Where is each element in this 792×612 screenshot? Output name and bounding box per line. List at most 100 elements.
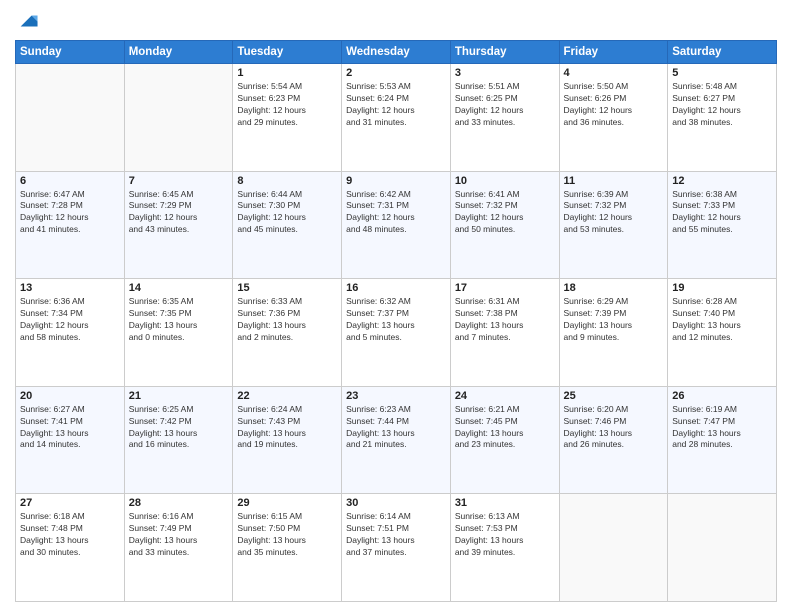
calendar-cell: 28 Sunrise: 6:16 AM Sunset: 7:49 PM Dayli… [124,494,233,602]
day-number: 4 [564,67,664,79]
day-info: Sunrise: 5:50 AM Sunset: 6:26 PM Dayligh… [564,81,664,129]
day-info: Sunrise: 6:29 AM Sunset: 7:39 PM Dayligh… [564,296,664,344]
day-info: Sunrise: 6:21 AM Sunset: 7:45 PM Dayligh… [455,404,555,452]
calendar-cell: 19 Sunrise: 6:28 AM Sunset: 7:40 PM Dayli… [668,279,777,387]
calendar-cell: 20Sunrise: 6:27 AM Sunset: 7:41 PM Dayli… [16,386,125,494]
day-info: Sunrise: 6:20 AM Sunset: 7:46 PM Dayligh… [564,404,664,452]
day-number: 26 [672,390,772,402]
day-info: Sunrise: 6:13 AM Sunset: 7:53 PM Dayligh… [455,511,555,559]
day-info: Sunrise: 6:41 AM Sunset: 7:32 PM Dayligh… [455,189,555,237]
day-number: 5 [672,67,772,79]
day-info: Sunrise: 6:39 AM Sunset: 7:32 PM Dayligh… [564,189,664,237]
calendar-week-4: 20Sunrise: 6:27 AM Sunset: 7:41 PM Dayli… [16,386,777,494]
day-info: Sunrise: 6:25 AM Sunset: 7:42 PM Dayligh… [129,404,229,452]
day-number: 21 [129,390,229,402]
header [15,10,777,32]
day-number: 18 [564,282,664,294]
page: SundayMondayTuesdayWednesdayThursdayFrid… [0,0,792,612]
day-info: Sunrise: 6:19 AM Sunset: 7:47 PM Dayligh… [672,404,772,452]
day-number: 9 [346,175,446,187]
calendar-cell [668,494,777,602]
day-number: 12 [672,175,772,187]
day-number: 13 [20,282,120,294]
day-info: Sunrise: 6:36 AM Sunset: 7:34 PM Dayligh… [20,296,120,344]
day-info: Sunrise: 5:48 AM Sunset: 6:27 PM Dayligh… [672,81,772,129]
day-number: 30 [346,497,446,509]
day-info: Sunrise: 6:28 AM Sunset: 7:40 PM Dayligh… [672,296,772,344]
calendar-cell: 4 Sunrise: 5:50 AM Sunset: 6:26 PM Daylig… [559,64,668,172]
day-info: Sunrise: 6:33 AM Sunset: 7:36 PM Dayligh… [237,296,337,344]
day-number: 22 [237,390,337,402]
calendar-cell: 30 Sunrise: 6:14 AM Sunset: 7:51 PM Dayli… [342,494,451,602]
calendar-cell: 14 Sunrise: 6:35 AM Sunset: 7:35 PM Dayli… [124,279,233,387]
calendar-cell: 17Sunrise: 6:31 AM Sunset: 7:38 PM Dayli… [450,279,559,387]
weekday-header-saturday: Saturday [668,41,777,64]
calendar-cell [16,64,125,172]
calendar-cell: 27 Sunrise: 6:18 AM Sunset: 7:48 PM Dayli… [16,494,125,602]
calendar-cell: 2Sunrise: 5:53 AM Sunset: 6:24 PM Daylig… [342,64,451,172]
logo-icon [17,10,39,32]
day-number: 24 [455,390,555,402]
weekday-header-tuesday: Tuesday [233,41,342,64]
day-info: Sunrise: 6:16 AM Sunset: 7:49 PM Dayligh… [129,511,229,559]
day-info: Sunrise: 6:42 AM Sunset: 7:31 PM Dayligh… [346,189,446,237]
calendar-cell: 23Sunrise: 6:23 AM Sunset: 7:44 PM Dayli… [342,386,451,494]
calendar-week-1: 1 Sunrise: 5:54 AM Sunset: 6:23 PM Daylig… [16,64,777,172]
calendar-cell: 15 Sunrise: 6:33 AM Sunset: 7:36 PM Dayli… [233,279,342,387]
day-number: 28 [129,497,229,509]
day-number: 6 [20,175,120,187]
logo [15,10,39,32]
day-info: Sunrise: 6:44 AM Sunset: 7:30 PM Dayligh… [237,189,337,237]
day-number: 16 [346,282,446,294]
day-number: 3 [455,67,555,79]
calendar-cell [559,494,668,602]
calendar-cell: 16Sunrise: 6:32 AM Sunset: 7:37 PM Dayli… [342,279,451,387]
calendar-cell: 1 Sunrise: 5:54 AM Sunset: 6:23 PM Daylig… [233,64,342,172]
weekday-header-row: SundayMondayTuesdayWednesdayThursdayFrid… [16,41,777,64]
day-number: 25 [564,390,664,402]
day-info: Sunrise: 6:35 AM Sunset: 7:35 PM Dayligh… [129,296,229,344]
day-number: 1 [237,67,337,79]
calendar-cell: 11 Sunrise: 6:39 AM Sunset: 7:32 PM Dayli… [559,171,668,279]
calendar-cell: 22 Sunrise: 6:24 AM Sunset: 7:43 PM Dayli… [233,386,342,494]
day-info: Sunrise: 5:54 AM Sunset: 6:23 PM Dayligh… [237,81,337,129]
calendar-week-2: 6 Sunrise: 6:47 AM Sunset: 7:28 PM Daylig… [16,171,777,279]
calendar-cell: 7 Sunrise: 6:45 AM Sunset: 7:29 PM Daylig… [124,171,233,279]
day-info: Sunrise: 6:18 AM Sunset: 7:48 PM Dayligh… [20,511,120,559]
calendar-cell: 29 Sunrise: 6:15 AM Sunset: 7:50 PM Dayli… [233,494,342,602]
day-info: Sunrise: 5:51 AM Sunset: 6:25 PM Dayligh… [455,81,555,129]
calendar-cell: 3 Sunrise: 5:51 AM Sunset: 6:25 PM Daylig… [450,64,559,172]
calendar-cell: 25 Sunrise: 6:20 AM Sunset: 7:46 PM Dayli… [559,386,668,494]
day-number: 19 [672,282,772,294]
day-info: Sunrise: 6:47 AM Sunset: 7:28 PM Dayligh… [20,189,120,237]
calendar-table: SundayMondayTuesdayWednesdayThursdayFrid… [15,40,777,602]
day-number: 14 [129,282,229,294]
weekday-header-sunday: Sunday [16,41,125,64]
day-info: Sunrise: 6:24 AM Sunset: 7:43 PM Dayligh… [237,404,337,452]
calendar-cell: 5 Sunrise: 5:48 AM Sunset: 6:27 PM Daylig… [668,64,777,172]
day-number: 27 [20,497,120,509]
calendar-cell: 8Sunrise: 6:44 AM Sunset: 7:30 PM Daylig… [233,171,342,279]
calendar-cell: 31Sunrise: 6:13 AM Sunset: 7:53 PM Dayli… [450,494,559,602]
day-number: 29 [237,497,337,509]
day-info: Sunrise: 6:45 AM Sunset: 7:29 PM Dayligh… [129,189,229,237]
calendar-week-3: 13 Sunrise: 6:36 AM Sunset: 7:34 PM Dayli… [16,279,777,387]
day-number: 7 [129,175,229,187]
weekday-header-friday: Friday [559,41,668,64]
day-info: Sunrise: 5:53 AM Sunset: 6:24 PM Dayligh… [346,81,446,129]
weekday-header-wednesday: Wednesday [342,41,451,64]
day-number: 11 [564,175,664,187]
calendar-cell: 18 Sunrise: 6:29 AM Sunset: 7:39 PM Dayli… [559,279,668,387]
day-info: Sunrise: 6:14 AM Sunset: 7:51 PM Dayligh… [346,511,446,559]
day-info: Sunrise: 6:38 AM Sunset: 7:33 PM Dayligh… [672,189,772,237]
day-info: Sunrise: 6:23 AM Sunset: 7:44 PM Dayligh… [346,404,446,452]
calendar-cell: 26 Sunrise: 6:19 AM Sunset: 7:47 PM Dayli… [668,386,777,494]
calendar-week-5: 27 Sunrise: 6:18 AM Sunset: 7:48 PM Dayli… [16,494,777,602]
calendar-cell: 21 Sunrise: 6:25 AM Sunset: 7:42 PM Dayli… [124,386,233,494]
day-info: Sunrise: 6:15 AM Sunset: 7:50 PM Dayligh… [237,511,337,559]
day-number: 15 [237,282,337,294]
calendar-cell: 9 Sunrise: 6:42 AM Sunset: 7:31 PM Daylig… [342,171,451,279]
calendar-cell: 13 Sunrise: 6:36 AM Sunset: 7:34 PM Dayli… [16,279,125,387]
calendar-cell: 10Sunrise: 6:41 AM Sunset: 7:32 PM Dayli… [450,171,559,279]
calendar-cell [124,64,233,172]
